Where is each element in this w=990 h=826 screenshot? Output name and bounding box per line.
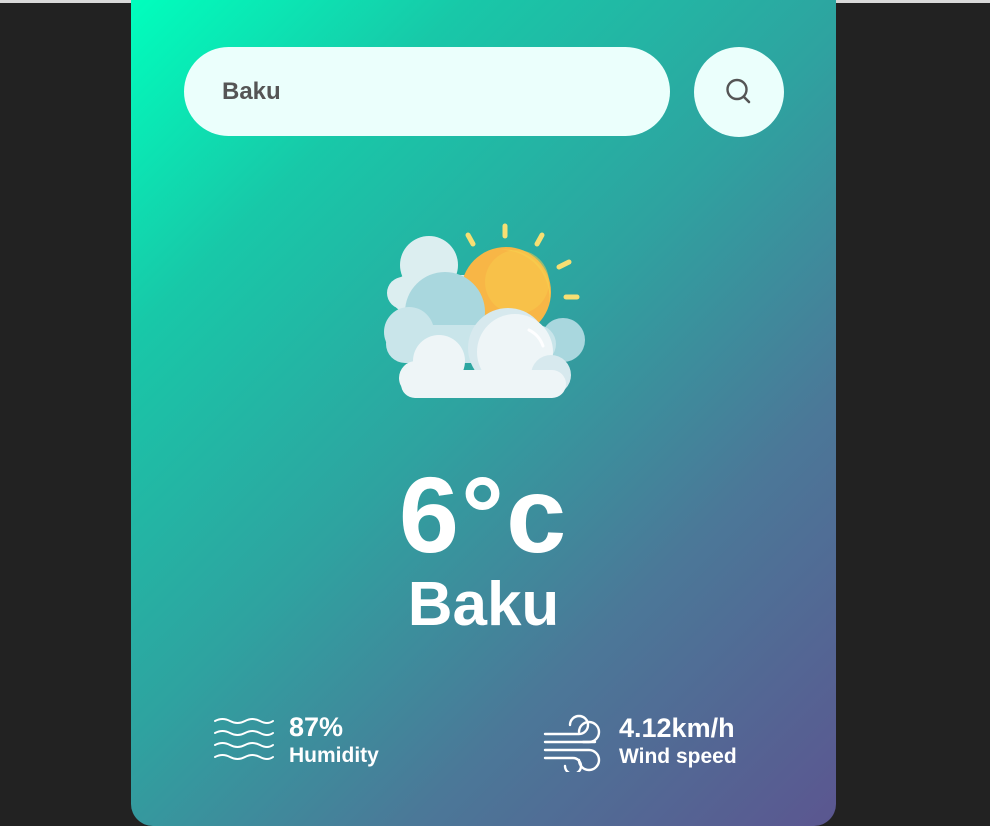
wind-label: Wind speed	[619, 745, 737, 768]
partly-cloudy-icon	[384, 223, 585, 398]
city-search-input[interactable]	[184, 47, 670, 136]
city-name: Baku	[407, 570, 560, 639]
search-button[interactable]	[694, 47, 784, 137]
humidity-icon	[214, 718, 274, 760]
weather-card: 6°c Baku 87% Humidity 4.1	[131, 0, 836, 826]
humidity-detail: 87% Humidity	[213, 712, 379, 770]
wind-icon	[543, 714, 601, 772]
humidity-label: Humidity	[289, 744, 379, 767]
temperature-display: 6°c	[398, 454, 569, 575]
search-icon	[726, 78, 751, 104]
wind-value: 4.12km/h	[619, 713, 735, 743]
humidity-value: 87%	[289, 712, 344, 742]
wind-detail: 4.12km/h Wind speed	[543, 712, 737, 772]
